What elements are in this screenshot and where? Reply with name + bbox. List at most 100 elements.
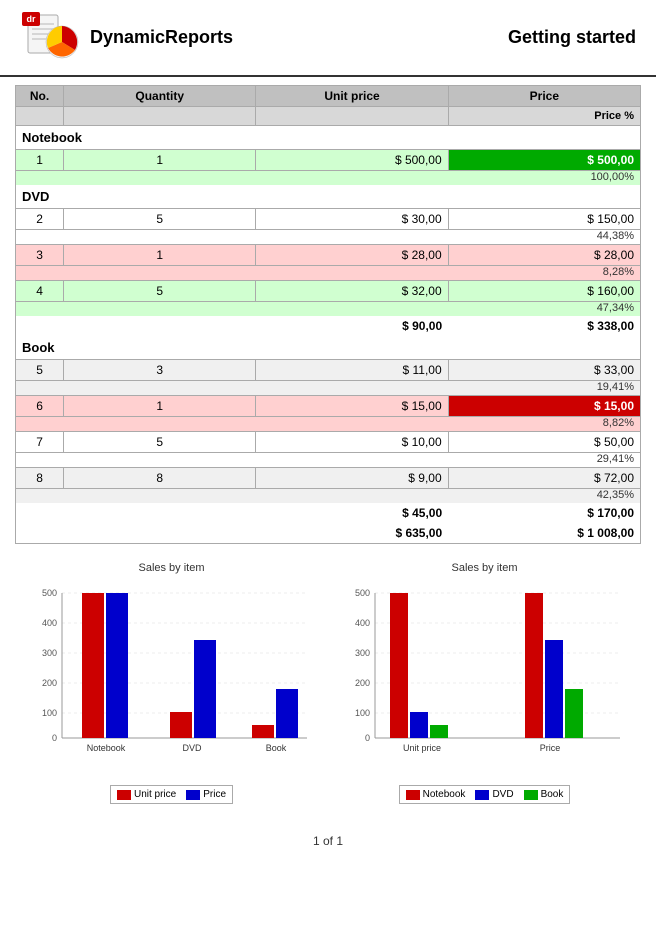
col-qty-header: Quantity	[64, 86, 256, 107]
svg-text:400: 400	[354, 618, 369, 628]
row-unit: $ 30,00	[256, 209, 448, 230]
legend-color-notebook	[406, 790, 420, 800]
svg-text:Unit price: Unit price	[402, 743, 440, 753]
svg-text:300: 300	[354, 648, 369, 658]
row-no: 6	[16, 396, 64, 417]
header: dr DynamicReports Getting started	[0, 0, 656, 77]
svg-text:200: 200	[41, 678, 56, 688]
subtotal-price: $ 170,00	[448, 503, 640, 523]
pct-row: 100,00%	[16, 171, 641, 186]
group-header-row: DVD	[16, 185, 641, 209]
svg-text:0: 0	[364, 733, 369, 743]
row-qty: 1	[64, 396, 256, 417]
price-cell: $ 33,00	[448, 360, 640, 381]
charts-area: Sales by item 500 400 300 200 100 0	[0, 552, 656, 814]
svg-text:300: 300	[41, 648, 56, 658]
table-row: 8 8 $ 9,00 $ 72,00	[16, 468, 641, 489]
col-unit-header: Unit price	[256, 86, 448, 107]
pct-cell: 42,35%	[448, 489, 640, 504]
table-header-row: No. Quantity Unit price Price	[16, 86, 641, 107]
svg-text:500: 500	[41, 588, 56, 598]
table-row: 3 1 $ 28,00 $ 28,00	[16, 245, 641, 266]
chart1-legend: Unit price Price	[110, 785, 233, 804]
price-cell: $ 500,00	[448, 150, 640, 171]
table-row: 7 5 $ 10,00 $ 50,00	[16, 432, 641, 453]
group-name: Notebook	[16, 126, 641, 150]
pct-cell: 29,41%	[448, 453, 640, 468]
chart2-svg: 500 400 300 200 100 0	[340, 578, 630, 778]
group-header-row: Book	[16, 336, 641, 360]
legend-label-book: Book	[541, 789, 564, 800]
row-no: 1	[16, 150, 64, 171]
row-qty: 8	[64, 468, 256, 489]
pct-row: 29,41%	[16, 453, 641, 468]
table-row: 1 1 $ 500,00 $ 500,00	[16, 150, 641, 171]
chart1-container: Sales by item 500 400 300 200 100 0	[27, 562, 317, 804]
pct-row: 8,28%	[16, 266, 641, 281]
price-cell: $ 28,00	[448, 245, 640, 266]
row-unit: $ 500,00	[256, 150, 448, 171]
legend-color-price	[186, 790, 200, 800]
svg-text:500: 500	[354, 588, 369, 598]
pct-row: 47,34%	[16, 302, 641, 317]
pct-row: 8,82%	[16, 417, 641, 432]
legend-item-notebook: Notebook	[406, 789, 466, 800]
pct-row: 42,35%	[16, 489, 641, 504]
subtotal-price: $ 338,00	[448, 316, 640, 336]
price-cell: $ 150,00	[448, 209, 640, 230]
svg-text:Notebook: Notebook	[86, 743, 125, 753]
row-unit: $ 15,00	[256, 396, 448, 417]
grand-total-price: $ 1 008,00	[448, 523, 640, 544]
row-qty: 1	[64, 150, 256, 171]
price-cell: $ 50,00	[448, 432, 640, 453]
pct-cell: 8,82%	[448, 417, 640, 432]
page-info: 1 of 1	[313, 834, 343, 848]
row-unit: $ 10,00	[256, 432, 448, 453]
row-qty: 5	[64, 432, 256, 453]
logo-icon: dr	[20, 10, 80, 65]
header-left: dr DynamicReports	[20, 10, 233, 65]
legend-label-notebook: Notebook	[423, 789, 466, 800]
col-no-header: No.	[16, 86, 64, 107]
pct-cell: 100,00%	[448, 171, 640, 186]
svg-text:100: 100	[354, 708, 369, 718]
pct-cell: 44,38%	[448, 230, 640, 245]
svg-text:100: 100	[41, 708, 56, 718]
group-name: DVD	[16, 185, 641, 209]
pct-cell: 47,34%	[448, 302, 640, 317]
group-name: Book	[16, 336, 641, 360]
legend-color-book	[524, 790, 538, 800]
grand-total-row: $ 635,00 $ 1 008,00	[16, 523, 641, 544]
svg-text:0: 0	[51, 733, 56, 743]
group-header-row: Notebook	[16, 126, 641, 150]
legend-item-book: Book	[524, 789, 564, 800]
row-unit: $ 32,00	[256, 281, 448, 302]
row-no: 8	[16, 468, 64, 489]
report-title: Getting started	[508, 27, 636, 48]
row-unit: $ 9,00	[256, 468, 448, 489]
report-table: No. Quantity Unit price Price Price % No…	[15, 85, 641, 544]
pct-cell: 8,28%	[448, 266, 640, 281]
row-qty: 1	[64, 245, 256, 266]
pct-row: 19,41%	[16, 381, 641, 396]
subtotal-row: $ 90,00 $ 338,00	[16, 316, 641, 336]
row-no: 4	[16, 281, 64, 302]
row-qty: 3	[64, 360, 256, 381]
price-cell: $ 15,00	[448, 396, 640, 417]
chart1-svg: 500 400 300 200 100 0	[27, 578, 317, 778]
chart2-title: Sales by item	[340, 562, 630, 574]
pct-cell: 19,41%	[448, 381, 640, 396]
row-unit: $ 11,00	[256, 360, 448, 381]
svg-text:200: 200	[354, 678, 369, 688]
page: dr DynamicReports Getting started No. Qu…	[0, 0, 656, 928]
row-no: 7	[16, 432, 64, 453]
subtotal-unit: $ 45,00	[256, 503, 448, 523]
row-qty: 5	[64, 281, 256, 302]
app-title: DynamicReports	[90, 27, 233, 48]
legend-label-price: Price	[203, 789, 226, 800]
svg-text:400: 400	[41, 618, 56, 628]
grand-total-unit: $ 635,00	[256, 523, 448, 544]
subtotal-row: $ 45,00 $ 170,00	[16, 503, 641, 523]
price-cell: $ 160,00	[448, 281, 640, 302]
price-cell: $ 72,00	[448, 468, 640, 489]
